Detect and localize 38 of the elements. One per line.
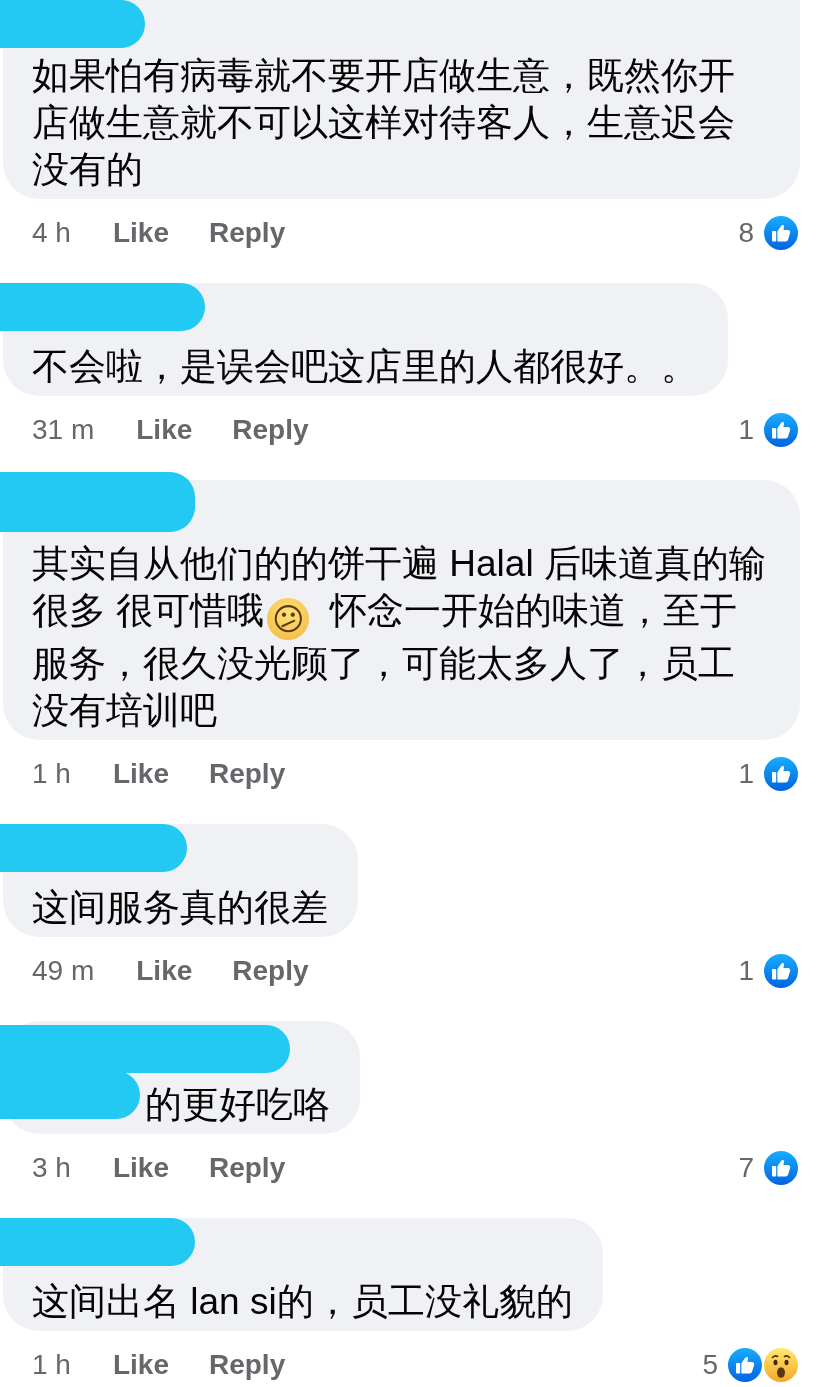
comment-text: 的更好吃咯 — [145, 1083, 330, 1127]
action-button[interactable]: Reply — [208, 217, 286, 249]
timestamp-link[interactable]: 49 m — [32, 955, 95, 987]
action-button[interactable]: Reply — [208, 758, 286, 790]
reaction-count: 5 — [702, 1349, 718, 1381]
timestamp-link[interactable]: 1 h — [32, 1349, 71, 1381]
reaction-count: 8 — [738, 217, 754, 249]
timestamp-link[interactable]: 4 h — [32, 217, 71, 249]
action-button[interactable]: Reply — [232, 955, 309, 987]
reaction-count: 7 — [738, 1152, 754, 1184]
comment-text: 其实自从他们的的饼干遍 Halal 后味道真的输很多 很可惜哦😕 怀念一开始的味道，至于服务，很久没光顾了，可能太多人了，员工没有培训吧 — [32, 542, 767, 733]
reaction-count: 1 — [738, 758, 754, 790]
surprised-face-icon[interactable] — [762, 1346, 800, 1384]
comment-text: 不会啦，是误会吧这店里的人都很好。。 — [32, 345, 698, 389]
action-button[interactable]: Like — [112, 1349, 169, 1381]
action-button[interactable]: Reply — [208, 1152, 286, 1184]
action-button[interactable]: Like — [112, 758, 169, 790]
timestamp-link[interactable]: 3 h — [32, 1152, 71, 1184]
action-button[interactable]: Like — [136, 955, 193, 987]
action-button[interactable]: Like — [112, 217, 169, 249]
emoji-icon: 😕 — [267, 598, 310, 640]
action-button[interactable]: Like — [112, 1152, 169, 1184]
thumbs-up-icon[interactable] — [762, 1149, 800, 1187]
comment-text: 这间出名 lan si的，员工没礼貌的 — [32, 1280, 573, 1324]
comment-text: 这间服务真的很差 — [32, 886, 328, 930]
reaction-count: 1 — [738, 955, 754, 987]
thumbs-up-icon[interactable] — [762, 214, 800, 252]
thumbs-up-icon[interactable] — [762, 952, 800, 990]
thumbs-up-icon[interactable] — [726, 1346, 764, 1384]
action-button[interactable]: Like — [136, 414, 193, 446]
comment-text: 如果怕有病毒就不要开店做生意，既然你开店做生意就不可以这样对待客人，生意迟会没有的 — [32, 54, 736, 192]
timestamp-link[interactable]: 31 m — [32, 414, 95, 446]
timestamp-link[interactable]: 1 h — [32, 758, 71, 790]
action-button[interactable]: Reply — [208, 1349, 286, 1381]
reaction-count: 1 — [738, 414, 754, 446]
action-button[interactable]: Reply — [232, 414, 309, 446]
thumbs-up-icon[interactable] — [762, 755, 800, 793]
thumbs-up-icon[interactable] — [762, 411, 800, 449]
